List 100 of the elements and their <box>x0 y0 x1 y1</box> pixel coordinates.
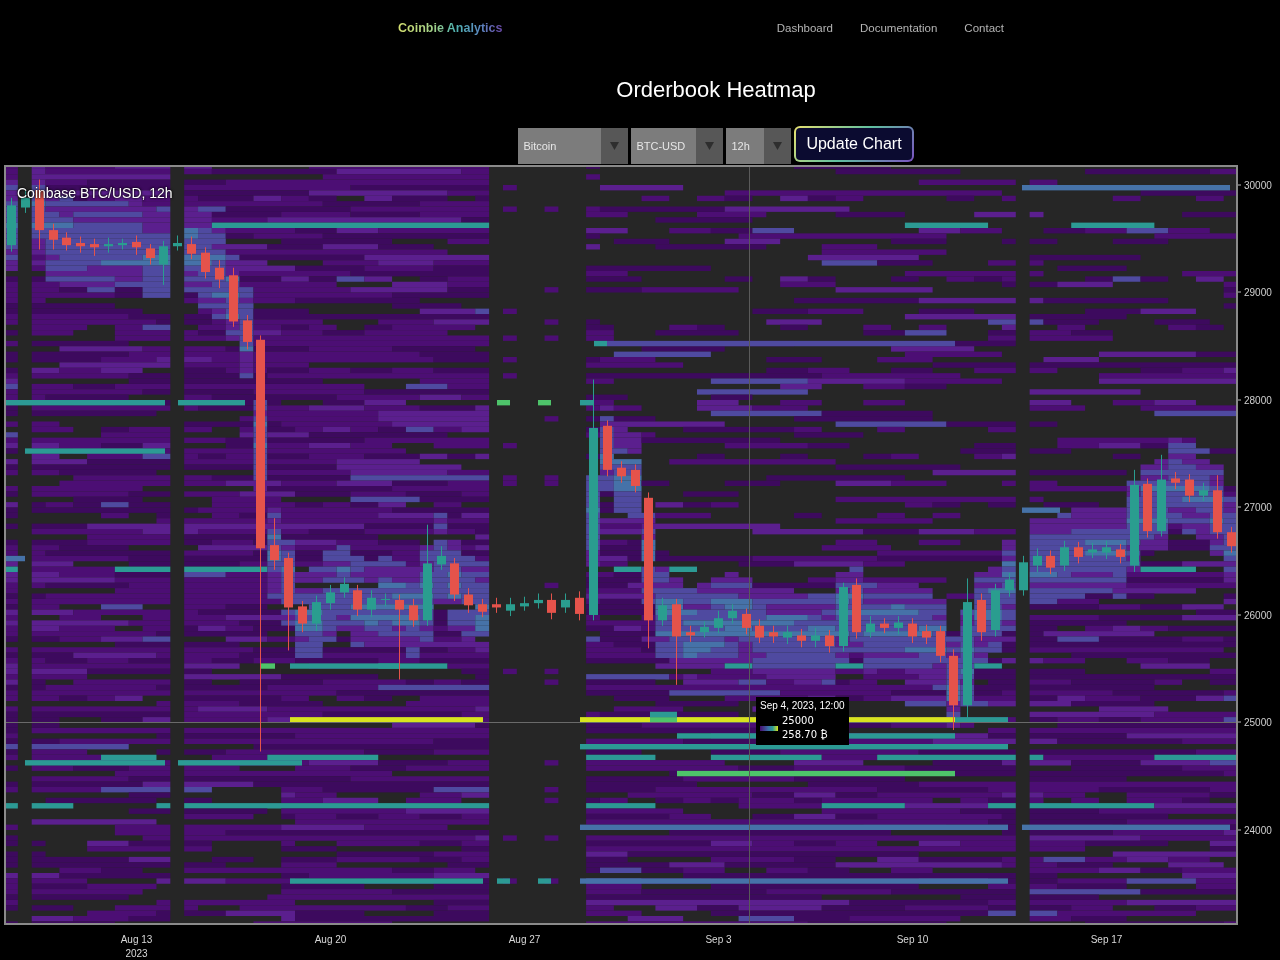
candlestick <box>728 603 737 625</box>
candlestick <box>201 246 210 279</box>
candlestick <box>603 419 612 477</box>
candlestick <box>104 237 113 254</box>
candlestick <box>173 235 182 252</box>
app-logo[interactable]: Coinbie Analytics <box>398 21 503 35</box>
x-axis-label: Aug 27 <box>508 933 541 946</box>
candlestick <box>215 259 224 289</box>
candlestick <box>866 615 875 639</box>
candlestick <box>1102 540 1111 560</box>
nav-link[interactable]: Contact <box>964 22 1004 34</box>
candlestick <box>229 267 238 328</box>
candlestick <box>243 314 252 350</box>
caret-icon <box>610 142 620 150</box>
candlestick <box>936 625 945 663</box>
candlestick <box>880 617 889 634</box>
candlestick <box>367 589 376 618</box>
tooltip-amount: 258.70 ₿ <box>782 729 829 741</box>
x-axis-label: Aug 20 <box>314 933 347 946</box>
candlestick <box>326 584 335 611</box>
candlestick <box>1088 542 1097 559</box>
candlestick <box>298 600 307 633</box>
candlestick <box>1033 547 1042 573</box>
candlestick <box>132 235 141 256</box>
candlestick <box>547 593 556 620</box>
y-axis-label: 30000 <box>1238 179 1272 191</box>
candlestick <box>492 597 501 614</box>
candlestick <box>1213 474 1222 540</box>
candlestick <box>783 625 792 645</box>
candlestick <box>700 620 709 639</box>
x-axis-label: Sep 10 <box>896 933 929 946</box>
candlestick <box>769 625 778 644</box>
candlestick <box>270 517 279 571</box>
candlestick <box>742 608 751 635</box>
candlestick <box>991 583 1000 637</box>
candlestick <box>464 587 473 614</box>
candlestick <box>1116 543 1125 564</box>
candlestick <box>811 627 820 648</box>
y-axis-label: 29000 <box>1238 286 1272 298</box>
candlestick <box>381 593 390 607</box>
nav-link[interactable]: Documentation <box>860 22 938 34</box>
candlestick <box>437 545 446 571</box>
candlestick <box>187 236 196 260</box>
year-label: 2023 <box>125 947 148 960</box>
candlestick <box>478 598 487 618</box>
candlestick <box>852 577 861 640</box>
candlestick <box>797 628 806 648</box>
candlestick <box>908 617 917 644</box>
candlestick <box>1199 482 1208 502</box>
y-axis-label: 25000 <box>1238 717 1272 728</box>
candlestick <box>7 197 16 253</box>
x-axis-label: Aug 13 <box>120 933 153 946</box>
candlestick <box>90 238 99 257</box>
candlestick <box>894 615 903 635</box>
candlestick <box>146 243 155 265</box>
candlestick <box>1143 477 1152 539</box>
candlestick <box>353 584 362 617</box>
candlestick <box>520 596 529 612</box>
candlestick <box>340 576 349 599</box>
candlestick <box>159 240 168 286</box>
candlestick <box>1019 555 1028 597</box>
caret-icon <box>705 142 715 150</box>
candlestick <box>686 625 695 643</box>
candlestick <box>922 624 931 645</box>
candlestick <box>714 610 723 634</box>
legend-swatch-icon <box>760 725 778 731</box>
y-axis-label: 27000 <box>1238 501 1272 513</box>
y-axis-label: 26000 <box>1238 609 1272 621</box>
candlestick <box>825 629 834 654</box>
dropdown[interactable]: 12h <box>726 128 792 164</box>
candlestick <box>1171 471 1180 490</box>
candlestick <box>658 597 667 627</box>
candlestick <box>755 618 764 644</box>
candlestick <box>534 593 543 610</box>
candlestick <box>1005 572 1014 598</box>
nav-link[interactable]: Dashboard <box>776 22 833 34</box>
caret-icon <box>773 142 783 150</box>
candlestick <box>409 598 418 628</box>
candlestick <box>1227 526 1236 554</box>
x-axis-label: Sep 17 <box>1090 933 1123 946</box>
candlestick <box>49 223 58 250</box>
x-axis-label: Sep 3 <box>705 933 732 946</box>
update-chart-button[interactable]: Update Chart <box>794 126 914 162</box>
y-axis-label: 28000 <box>1238 394 1272 406</box>
candlestick <box>312 595 321 632</box>
candlestick <box>631 464 640 493</box>
candlestick <box>617 460 626 484</box>
candlestick <box>1060 540 1069 572</box>
candlestick <box>575 590 584 621</box>
candlestick <box>76 236 85 254</box>
candlestick <box>1185 473 1194 503</box>
candlestick <box>839 582 848 653</box>
candlestick <box>62 231 71 252</box>
candlestick <box>1074 541 1083 564</box>
candlestick <box>1046 550 1055 575</box>
tooltip-time: Sep 4, 2023, 12:00 <box>760 700 845 712</box>
candlestick <box>977 593 986 642</box>
candlestick <box>561 593 570 614</box>
page-title: Orderbook Heatmap <box>616 76 816 104</box>
y-axis-label: 24000 <box>1238 824 1272 836</box>
